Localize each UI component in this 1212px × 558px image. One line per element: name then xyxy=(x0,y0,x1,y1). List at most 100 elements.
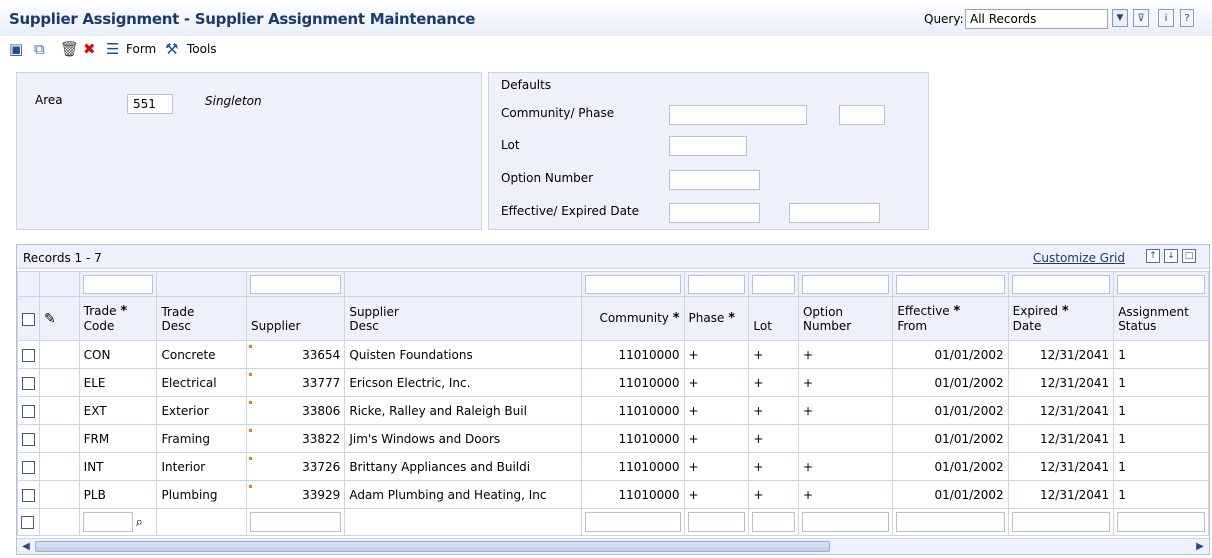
cell-assignment-status[interactable]: 1 xyxy=(1113,424,1209,453)
scroll-right-icon[interactable]: ▶ xyxy=(1192,539,1208,554)
maximize-icon[interactable]: □ xyxy=(1182,249,1196,263)
cell-assignment-status[interactable]: 1 xyxy=(1113,480,1209,509)
cell-trade-code[interactable]: PLB xyxy=(78,480,158,509)
filter-lot[interactable] xyxy=(752,274,795,294)
table-row[interactable]: EXT Exterior 33806 Ricke, Ralley and Raleig… xyxy=(17,396,1209,425)
cell-supplier-desc[interactable]: Brittany Appliances and Buildi xyxy=(344,452,582,481)
cell-assignment-status[interactable]: 1 xyxy=(1113,396,1209,425)
new-effective-input[interactable] xyxy=(896,512,1005,532)
cell-trade-desc[interactable]: Electrical xyxy=(156,368,248,397)
default-effective-field[interactable] xyxy=(669,203,760,223)
chevron-down-icon[interactable]: ▼ xyxy=(1112,9,1128,27)
cell-community[interactable]: 11010000 xyxy=(580,368,685,397)
form-icon[interactable]: ☰ xyxy=(106,40,119,58)
select-all-checkbox[interactable] xyxy=(22,312,35,326)
filter-expired[interactable] xyxy=(1011,274,1111,294)
table-row[interactable]: FRM Framing 33822 Jim's Windows and Doors 11… xyxy=(17,424,1209,453)
cell-supplier-desc[interactable]: Ericson Electric, Inc. xyxy=(344,368,582,397)
cell-supplier-desc[interactable]: Ricke, Ralley and Raleigh Buil xyxy=(344,396,582,425)
filter-icon[interactable]: ⊽ xyxy=(1133,9,1149,27)
col-phase[interactable]: Phase * xyxy=(683,296,750,341)
cell-trade-code[interactable]: FRM xyxy=(78,424,158,453)
scroll-thumb[interactable] xyxy=(35,541,830,552)
table-row[interactable]: PLB Plumbing 33929 Adam Plumbing and Heatin… xyxy=(17,480,1209,509)
cell-effective-from[interactable]: 01/01/2002 xyxy=(892,452,1009,481)
row-checkbox[interactable] xyxy=(22,460,35,474)
default-option-field[interactable] xyxy=(669,170,760,190)
save-icon[interactable]: ▣ xyxy=(9,40,23,58)
cell-trade-desc[interactable]: Framing xyxy=(156,424,248,453)
cell-assignment-status[interactable]: 1 xyxy=(1113,452,1209,481)
filter-supplier[interactable] xyxy=(250,274,342,294)
row-checkbox[interactable] xyxy=(22,348,35,362)
filter-status[interactable] xyxy=(1117,274,1205,294)
scroll-left-icon[interactable]: ◀ xyxy=(18,539,34,554)
info-icon[interactable]: i xyxy=(1158,9,1174,27)
cell-phase[interactable]: + xyxy=(683,480,750,509)
row-checkbox[interactable] xyxy=(22,432,35,446)
new-community-input[interactable] xyxy=(584,512,681,532)
cell-lot[interactable]: + xyxy=(748,396,799,425)
col-community[interactable]: Community * xyxy=(580,296,685,341)
cell-phase[interactable]: + xyxy=(683,396,750,425)
query-select[interactable]: All Records xyxy=(965,9,1108,29)
row-checkbox[interactable] xyxy=(22,376,35,390)
cell-option-number[interactable]: + xyxy=(797,480,894,509)
cell-expired-date[interactable]: 12/31/2041 xyxy=(1007,452,1115,481)
cell-trade-desc[interactable]: Exterior xyxy=(156,396,248,425)
filter-trade-code[interactable] xyxy=(82,274,154,294)
col-trade-desc[interactable]: Trade Desc xyxy=(156,296,248,341)
cell-expired-date[interactable]: 12/31/2041 xyxy=(1007,480,1115,509)
col-assignment-status[interactable]: Assignment Status xyxy=(1113,296,1209,341)
cell-supplier-desc[interactable]: Quisten Foundations xyxy=(344,340,582,369)
form-menu[interactable]: Form xyxy=(126,42,156,56)
cell-phase[interactable]: + xyxy=(683,452,750,481)
cell-community[interactable]: 11010000 xyxy=(580,340,685,369)
cell-option-number[interactable] xyxy=(797,424,894,453)
filter-phase[interactable] xyxy=(687,274,746,294)
import-icon[interactable]: ↓ xyxy=(1164,249,1178,263)
cell-effective-from[interactable]: 01/01/2002 xyxy=(892,480,1009,509)
cell-community[interactable]: 11010000 xyxy=(580,396,685,425)
cell-effective-from[interactable]: 01/01/2002 xyxy=(892,340,1009,369)
cell-trade-code[interactable]: CON xyxy=(78,340,158,369)
new-trade-code-input[interactable] xyxy=(82,512,133,532)
cell-option-number[interactable]: + xyxy=(797,452,894,481)
table-row[interactable]: ELE Electrical 33777 Ericson Electric, Inc.… xyxy=(17,368,1209,397)
col-expired-date[interactable]: Expired * Date xyxy=(1007,296,1115,341)
new-option-input[interactable] xyxy=(801,512,890,532)
col-lot[interactable]: Lot xyxy=(748,296,799,341)
cell-expired-date[interactable]: 12/31/2041 xyxy=(1007,368,1115,397)
table-row[interactable]: INT Interior 33726 Brittany Appliances and … xyxy=(17,452,1209,481)
horizontal-scrollbar[interactable]: ◀ ▶ xyxy=(17,538,1209,554)
cell-lot[interactable]: + xyxy=(748,480,799,509)
cell-trade-code[interactable]: ELE xyxy=(78,368,158,397)
edit-icon[interactable]: ✎ xyxy=(44,311,56,327)
close-icon[interactable]: ✖ xyxy=(83,40,96,58)
default-phase-field[interactable] xyxy=(839,105,885,125)
tools-icon[interactable]: ⚒ xyxy=(165,40,178,58)
default-lot-field[interactable] xyxy=(669,136,747,156)
area-field[interactable]: 551 xyxy=(127,94,173,114)
cell-trade-code[interactable]: EXT xyxy=(78,396,158,425)
new-expired-input[interactable] xyxy=(1011,512,1111,532)
cell-supplier-desc[interactable]: Jim's Windows and Doors xyxy=(344,424,582,453)
cell-option-number[interactable]: + xyxy=(797,368,894,397)
row-checkbox[interactable] xyxy=(22,488,35,502)
col-trade-code[interactable]: Trade * Code xyxy=(78,296,158,341)
tools-menu[interactable]: Tools xyxy=(187,42,217,56)
default-community-field[interactable] xyxy=(669,105,807,125)
table-row[interactable]: CON Concrete 33654 Quisten Foundations 11010… xyxy=(17,340,1209,369)
cell-expired-date[interactable]: 12/31/2041 xyxy=(1007,396,1115,425)
cell-assignment-status[interactable]: 1 xyxy=(1113,368,1209,397)
col-supplier-desc[interactable]: Supplier Desc xyxy=(344,296,582,341)
cell-effective-from[interactable]: 01/01/2002 xyxy=(892,396,1009,425)
search-icon[interactable]: ⌕ xyxy=(136,515,143,530)
filter-community[interactable] xyxy=(584,274,681,294)
cell-trade-desc[interactable]: Interior xyxy=(156,452,248,481)
col-option-number[interactable]: Option Number xyxy=(797,296,894,341)
cell-trade-desc[interactable]: Concrete xyxy=(156,340,248,369)
help-icon[interactable]: ? xyxy=(1180,9,1194,27)
cell-community[interactable]: 11010000 xyxy=(580,452,685,481)
cell-lot[interactable]: + xyxy=(748,340,799,369)
